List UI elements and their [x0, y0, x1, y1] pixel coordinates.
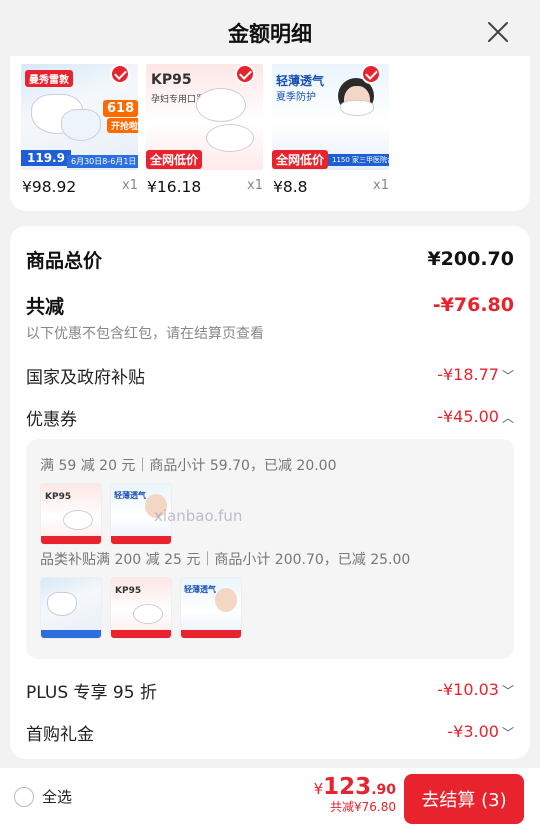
select-all-toggle[interactable]: 全选	[14, 786, 72, 807]
checkout-total: ¥123.90 共减¥76.80	[314, 774, 396, 815]
total-row: 商品总价 ¥200.70	[26, 246, 514, 273]
product-price: ¥16.18	[147, 178, 202, 196]
subsidy-label: 国家及政府补贴	[26, 368, 145, 388]
close-icon[interactable]	[486, 20, 510, 44]
discount-value: -¥76.80	[432, 294, 514, 316]
product-item[interactable]: 轻薄透气 夏季防护 全网低价 1150 家三甲医院合作 ¥8.8 x1	[272, 64, 389, 196]
coupon-product-thumb: 轻薄透气	[180, 577, 242, 639]
coupon-detail: 满 59 减 20 元｜商品小计 59.70，已减 20.00 KP95 轻薄透…	[26, 439, 514, 659]
check-icon[interactable]	[235, 64, 255, 84]
badge-strip	[41, 630, 101, 638]
subsidy-row[interactable]: 国家及政府补贴 -¥18.77 ﹀	[26, 363, 514, 388]
plus-label: PLUS 专享 95 折	[26, 683, 157, 703]
product-shape	[63, 510, 93, 530]
product-shape	[133, 604, 163, 624]
coupon-line: 品类补贴满 200 减 25 元｜商品小计 200.70，已减 25.00	[40, 552, 411, 568]
product-headline: 轻薄透气	[276, 74, 325, 88]
coupon-product-thumb: KP95	[110, 577, 172, 639]
product-price: ¥8.8	[273, 178, 308, 196]
discount-row: 共减 -¥76.80	[26, 292, 514, 319]
plus-row[interactable]: PLUS 专享 95 折 -¥10.03 ﹀	[26, 678, 514, 703]
product-name: KP95	[45, 492, 72, 502]
product-item[interactable]: KP95 孕妇专用口罩 全网低价 ¥16.18 x1	[146, 64, 263, 196]
total-value: ¥200.70	[427, 248, 514, 270]
select-all-label: 全选	[42, 788, 73, 806]
date-tag: 6月30日8-6月1日	[67, 155, 138, 168]
sale-badge: 618	[103, 100, 138, 117]
total-decimal: .90	[371, 782, 396, 798]
first-purchase-label: 首购礼金	[26, 725, 94, 745]
product-item[interactable]: 曼秀雷敦 618 开抢啦 119.9 6月30日8-6月1日 ¥98.92 x1	[21, 64, 138, 196]
low-price-badge: 全网低价	[146, 150, 203, 169]
plus-value: -¥10.03 ﹀	[437, 680, 514, 699]
product-name: KP95	[151, 72, 192, 88]
badge-strip	[111, 536, 171, 544]
discount-note: 以下优惠不包含红包，请在结算页查看	[26, 326, 264, 342]
product-shape	[47, 592, 77, 616]
coupon-value: -¥45.00 ︿	[437, 407, 514, 426]
price-tag: 119.9	[21, 150, 71, 166]
model-face	[215, 588, 237, 612]
sale-tag: 开抢啦	[107, 118, 138, 133]
badge-strip	[181, 630, 241, 638]
subsidy-value: -¥18.77 ﹀	[437, 365, 514, 384]
total-integer: 123	[323, 774, 372, 800]
discount-label: 共减	[26, 296, 65, 318]
price-detail-card: 商品总价 ¥200.70 共减 -¥76.80 以下优惠不包含红包，请在结算页查…	[10, 226, 530, 759]
chevron-down-icon: ﹀	[501, 684, 514, 698]
product-qty: x1	[373, 178, 389, 193]
product-list: 曼秀雷敦 618 开抢啦 119.9 6月30日8-6月1日 ¥98.92 x1…	[10, 56, 530, 211]
page-title: 金额明细	[228, 22, 312, 46]
watermark: xianbao.fun	[154, 507, 243, 525]
coupon-row[interactable]: 优惠券 -¥45.00 ︿	[26, 405, 514, 430]
product-name: KP95	[115, 586, 142, 596]
coupon-product-thumb: KP95	[40, 483, 102, 545]
product-headline: 轻薄透气	[114, 491, 146, 500]
chevron-down-icon: ﹀	[501, 369, 514, 383]
check-icon[interactable]	[110, 64, 130, 84]
product-shape	[206, 124, 254, 152]
checkout-bar: 全选 ¥123.90 共减¥76.80 去结算 (3)	[0, 768, 540, 826]
low-price-badge: 全网低价	[272, 150, 329, 169]
product-qty: x1	[122, 178, 138, 193]
chevron-up-icon: ︿	[501, 411, 514, 425]
badge-strip	[41, 536, 101, 544]
product-price: ¥98.92	[22, 178, 77, 196]
first-purchase-value: -¥3.00 ﹀	[447, 722, 514, 741]
first-purchase-row[interactable]: 首购礼金 -¥3.00 ﹀	[26, 720, 514, 745]
product-shape	[61, 109, 101, 141]
total-label: 商品总价	[26, 250, 103, 272]
product-shape	[340, 100, 374, 116]
product-shape	[196, 88, 246, 122]
currency-symbol: ¥	[313, 780, 324, 798]
product-subtitle: 夏季防护	[276, 92, 316, 103]
header: 金额明细	[0, 0, 540, 64]
product-headline: 轻薄透气	[184, 585, 216, 594]
hospital-tag: 1150 家三甲医院合作	[328, 154, 389, 166]
brand-logo: 曼秀雷敦	[25, 70, 73, 87]
check-icon[interactable]	[361, 64, 381, 84]
checkout-button[interactable]: 去结算 (3)	[404, 774, 524, 824]
total-saved: 共减¥76.80	[330, 800, 396, 814]
coupon-line: 满 59 减 20 元｜商品小计 59.70，已减 20.00	[40, 458, 337, 474]
badge-strip	[111, 630, 171, 638]
coupon-label: 优惠券	[26, 410, 77, 430]
radio-icon[interactable]	[14, 786, 34, 807]
product-qty: x1	[247, 178, 263, 193]
chevron-down-icon: ﹀	[501, 726, 514, 740]
coupon-product-thumb	[40, 577, 102, 639]
